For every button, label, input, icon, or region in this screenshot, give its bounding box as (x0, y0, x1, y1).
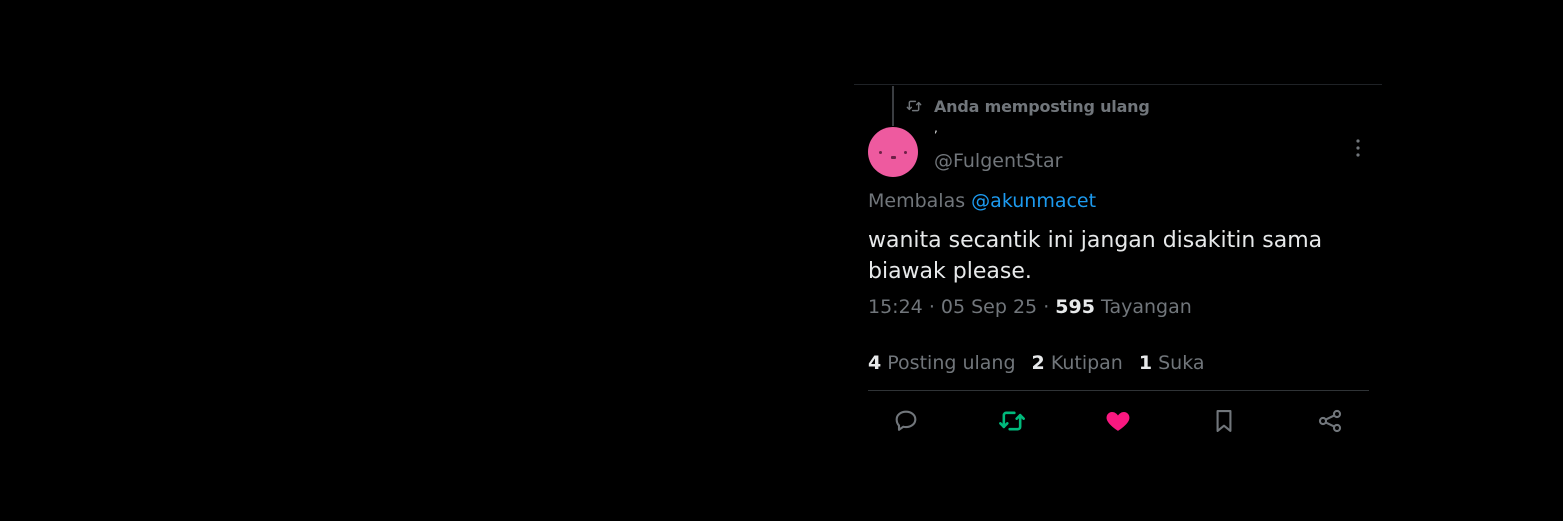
quotes-label: Kutipan (1050, 352, 1123, 374)
thread-line (892, 86, 894, 126)
avatar[interactable] (868, 127, 918, 177)
repost-context-icon (906, 98, 922, 114)
actions-divider (868, 390, 1369, 391)
views-count: 595 (1055, 296, 1095, 318)
meta-separator: · (928, 296, 935, 318)
quotes-stat[interactable]: 2 Kutipan (1032, 352, 1123, 374)
likes-stat[interactable]: 1 Suka (1139, 352, 1205, 374)
reply-context: Membalas @akunmacet (868, 190, 1096, 212)
reposts-count: 4 (868, 352, 882, 374)
likes-label: Suka (1158, 352, 1205, 374)
tweet-date[interactable]: 05 Sep 25 (941, 296, 1037, 318)
reposts-stat[interactable]: 4 Posting ulang (868, 352, 1016, 374)
top-divider (854, 84, 1382, 85)
reply-mention-link[interactable]: @akunmacet (971, 190, 1096, 212)
tweet-text: wanita secantik ini jangan disakitin sam… (868, 228, 1323, 284)
heart-icon[interactable] (1104, 407, 1132, 435)
action-bar (868, 404, 1369, 438)
views-label: Tayangan (1101, 296, 1192, 318)
bookmark-icon[interactable] (1210, 407, 1238, 435)
repost-context: Anda memposting ulang (906, 95, 1150, 117)
reposts-label: Posting ulang (887, 352, 1016, 374)
likes-count: 1 (1138, 352, 1153, 374)
avatar-mouth (891, 156, 896, 159)
page: Anda memposting ulang , @FulgentStar Mem… (0, 0, 1563, 521)
display-name[interactable]: , (934, 122, 938, 134)
repost-label: Anda memposting ulang (934, 96, 1150, 116)
reply-prefix: Membalas (868, 190, 966, 212)
tweet-meta: 15:24 · 05 Sep 25 · 595 Tayangan (868, 296, 1192, 318)
avatar-eye-right (904, 151, 907, 154)
share-icon[interactable] (1316, 407, 1344, 435)
avatar-eye-left (879, 151, 882, 154)
user-handle[interactable]: @FulgentStar (934, 150, 1062, 172)
tweet-time[interactable]: 15:24 (868, 296, 923, 318)
meta-separator: · (1043, 296, 1050, 318)
repost-icon[interactable] (998, 407, 1026, 435)
more-options-icon[interactable] (1346, 136, 1370, 160)
engagement-stats: 4 Posting ulang 2 Kutipan 1 Suka (868, 352, 1221, 374)
quotes-count: 2 (1031, 352, 1045, 374)
tweet-card[interactable]: Anda memposting ulang , @FulgentStar Mem… (854, 84, 1382, 444)
reply-icon[interactable] (892, 407, 920, 435)
